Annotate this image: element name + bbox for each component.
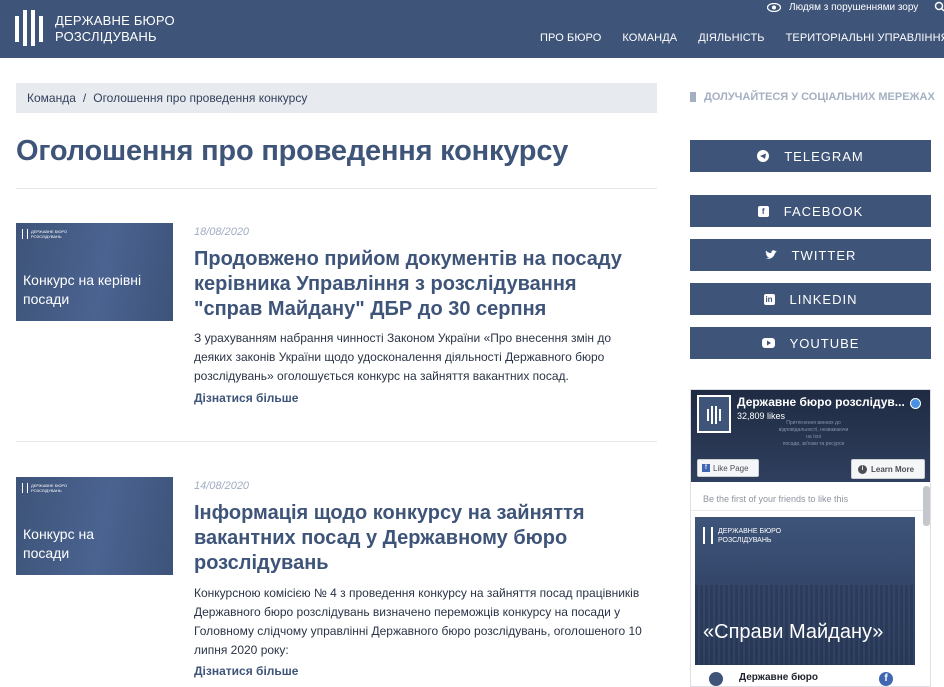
accessibility-label: Людям з порушеннями зору	[789, 2, 919, 13]
logo-line-2: РОЗСЛІДУВАНЬ	[55, 29, 157, 44]
breadcrumb: Команда / Оголошення про проведення конкур…	[16, 83, 657, 113]
thumbnail-logo: ДЕРЖАВНЕ БЮРО РОЗСЛІДУВАНЬ	[22, 483, 67, 493]
facebook-page-widget: Державне бюро розслідув... 32,809 likes …	[690, 389, 931, 687]
nav-item-team[interactable]: КОМАНДА	[622, 32, 677, 44]
divider	[691, 510, 930, 511]
article-date: 18/08/2020	[194, 226, 250, 238]
logo-text[interactable]: ДЕРЖАВНЕ БЮРО РОЗСЛІДУВАНЬ	[55, 13, 175, 45]
divider	[16, 441, 657, 442]
logo-icon[interactable]	[15, 6, 43, 50]
search-icon[interactable]	[934, 1, 944, 13]
post-author[interactable]: Державне бюро	[739, 672, 818, 683]
facebook-icon[interactable]: f	[879, 672, 893, 686]
facebook-page-name[interactable]: Державне бюро розслідув...	[737, 395, 905, 409]
post-logo: ДЕРЖАВНЕ БЮРО РОЗСЛІДУВАНЬ	[703, 527, 781, 545]
youtube-button[interactable]: YOUTUBE	[690, 327, 931, 359]
logo-line-1: ДЕРЖАВНЕ БЮРО	[55, 13, 175, 28]
verified-icon	[910, 398, 921, 409]
page-avatar[interactable]	[697, 395, 731, 433]
breadcrumb-separator: /	[82, 91, 87, 105]
nav-item-territorial[interactable]: ТЕРИТОРІАЛЬНІ УПРАВЛІННЯ	[786, 32, 944, 44]
read-more-link[interactable]: Дізнатися більше	[194, 664, 298, 678]
divider	[16, 188, 657, 189]
main-nav: ПРО БЮРО КОМАНДА ДІЯЛЬНІСТЬ ТЕРИТОРІАЛЬН…	[540, 32, 944, 44]
accessibility-link[interactable]: Людям з порушеннями зору	[767, 2, 918, 13]
telegram-button[interactable]: TELEGRAM	[690, 140, 931, 172]
avatar[interactable]	[709, 672, 723, 686]
facebook-icon: f	[702, 464, 710, 472]
scrollbar[interactable]	[923, 486, 930, 526]
thumbnail-caption: Конкурс на посади	[23, 526, 94, 561]
eye-icon	[767, 3, 781, 12]
logo-icon	[707, 406, 721, 424]
thumbnail-logo: ДЕРЖАВНЕ БЮРО РОЗСЛІДУВАНЬ	[22, 229, 67, 239]
site-header: ДЕРЖАВНЕ БЮРО РОЗСЛІДУВАНЬ Людям з поруш…	[0, 0, 944, 58]
article-title[interactable]: Продовжено прийом документів на посаду к…	[194, 247, 654, 322]
youtube-icon	[761, 338, 775, 348]
learn-more-button[interactable]: i Learn More	[851, 459, 925, 479]
flag-icon	[690, 92, 696, 102]
article-thumbnail[interactable]: ДЕРЖАВНЕ БЮРО РОЗСЛІДУВАНЬ Конкурс на кер…	[16, 223, 173, 321]
article-title[interactable]: Інформація щодо конкурсу на зайняття вак…	[194, 501, 654, 576]
linkedin-icon: in	[763, 293, 775, 305]
facebook-icon: f	[757, 205, 769, 217]
read-more-link[interactable]: Дізнатися більше	[194, 391, 298, 405]
facebook-post-image[interactable]: ДЕРЖАВНЕ БЮРО РОЗСЛІДУВАНЬ «Справи Майдан…	[695, 517, 915, 665]
article-date: 14/08/2020	[194, 480, 250, 492]
breadcrumb-current: Оголошення про проведення конкурсу	[93, 91, 308, 105]
info-icon: i	[858, 464, 867, 474]
social-heading: ДОЛУЧАЙТЕСЯ У СОЦІАЛЬНИХ МЕРЕЖАХ	[690, 91, 935, 103]
post-author-row: Державне бюро f	[695, 669, 915, 686]
nav-item-about[interactable]: ПРО БЮРО	[540, 32, 601, 44]
like-page-button[interactable]: f Like Page	[697, 459, 759, 477]
nav-item-activity[interactable]: ДІЯЛЬНІСТЬ	[698, 32, 764, 44]
linkedin-button[interactable]: in LINKEDIN	[690, 283, 931, 315]
twitter-icon	[764, 250, 777, 259]
facebook-button[interactable]: f FACEBOOK	[690, 195, 931, 227]
article-excerpt: Конкурсною комісією № 4 з проведення кон…	[194, 586, 642, 657]
article-thumbnail[interactable]: ДЕРЖАВНЕ БЮРО РОЗСЛІДУВАНЬ Конкурс на пос…	[16, 477, 173, 575]
article-excerpt: З урахуванням набрання чинності Законом …	[194, 331, 612, 383]
thumbnail-caption: Конкурс на керівні посади	[23, 272, 142, 307]
friends-like-text: Be the first of your friends to like thi…	[703, 494, 849, 504]
twitter-button[interactable]: TWITTER	[690, 239, 931, 271]
page-title: Оголошення про проведення конкурсу	[16, 135, 569, 167]
cover-caption: Притягнення винних до відповідальності, …	[778, 420, 849, 447]
telegram-icon	[757, 150, 770, 162]
breadcrumb-root[interactable]: Команда	[27, 91, 76, 105]
post-headline: «Справи Майдану»	[703, 621, 884, 643]
